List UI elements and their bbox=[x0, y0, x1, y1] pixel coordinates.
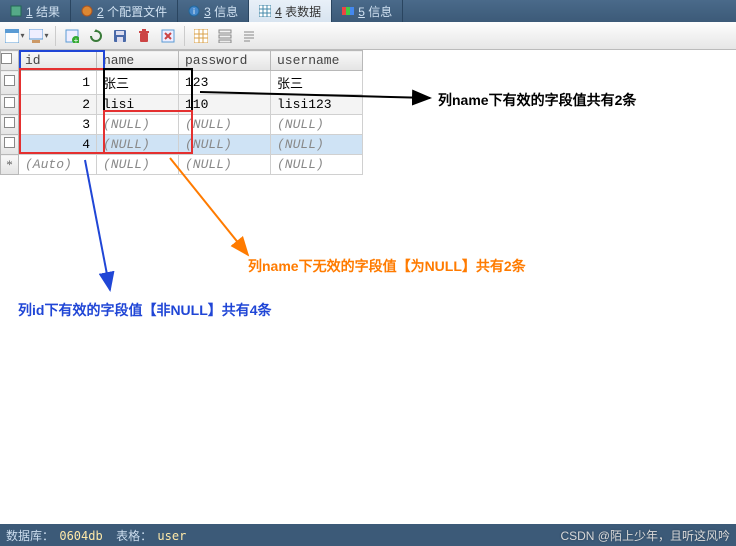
grid-view-button[interactable] bbox=[190, 25, 212, 47]
cell-username[interactable]: 张三 bbox=[271, 71, 363, 95]
checkbox[interactable] bbox=[4, 137, 15, 148]
chevron-down-icon: ▾ bbox=[20, 31, 24, 40]
highlight-box-blue bbox=[19, 50, 105, 70]
save-button[interactable] bbox=[109, 25, 131, 47]
table-icon bbox=[259, 5, 271, 17]
annotation-black: 列name下有效的字段值共有2条 bbox=[438, 90, 636, 110]
column-header-username[interactable]: username bbox=[271, 51, 363, 71]
table-row-new[interactable]: * (Auto) (NULL) (NULL) (NULL) bbox=[1, 155, 363, 175]
tab-bar: 1 结果 2 个配置文件 i 3 信息 4 表数据 5 信息 bbox=[0, 0, 736, 22]
svg-text:i: i bbox=[193, 7, 195, 16]
profile-icon bbox=[81, 5, 93, 17]
add-row-button[interactable]: + bbox=[61, 25, 83, 47]
watermark: CSDN @陌上少年，且听这风吟 bbox=[560, 527, 730, 544]
row-header-corner[interactable] bbox=[1, 51, 19, 71]
chevron-down-icon: ▾ bbox=[44, 31, 48, 40]
delete-button[interactable] bbox=[133, 25, 155, 47]
text-view-button[interactable] bbox=[238, 25, 260, 47]
checkbox[interactable] bbox=[1, 53, 12, 64]
highlight-box-black bbox=[103, 68, 193, 112]
toolbar: ▾ ▾ + bbox=[0, 22, 736, 50]
arrow-blue bbox=[85, 160, 110, 290]
annotation-orange: 列name下无效的字段值【为NULL】共有2条 bbox=[248, 256, 526, 276]
status-db-label: 数据库： bbox=[6, 529, 54, 543]
cell-username[interactable]: (NULL) bbox=[271, 135, 363, 155]
new-row-marker: * bbox=[1, 155, 19, 175]
status-bar: 数据库： 0604db 表格： user CSDN @陌上少年，且听这风吟 bbox=[0, 524, 736, 546]
info-icon: i bbox=[188, 5, 200, 17]
tab-result[interactable]: 1 结果 bbox=[0, 0, 71, 22]
tab-table-data[interactable]: 4 表数据 bbox=[249, 0, 332, 22]
checkbox[interactable] bbox=[4, 97, 15, 108]
checkbox[interactable] bbox=[4, 117, 15, 128]
checkbox[interactable] bbox=[4, 75, 15, 86]
cell-id[interactable]: (Auto) bbox=[19, 155, 97, 175]
tab-info-2[interactable]: 5 信息 bbox=[332, 0, 403, 22]
status-table-label: 表格： bbox=[116, 529, 152, 543]
info-color-icon bbox=[342, 5, 354, 17]
cell-username[interactable]: (NULL) bbox=[271, 155, 363, 175]
form-view-button[interactable] bbox=[214, 25, 236, 47]
table-view-button[interactable]: ▾ bbox=[4, 25, 26, 47]
filter-button[interactable]: ▾ bbox=[28, 25, 50, 47]
highlight-box-red-name bbox=[103, 110, 193, 154]
cancel-button[interactable] bbox=[157, 25, 179, 47]
cell-username[interactable]: (NULL) bbox=[271, 115, 363, 135]
status-db-value: 0604db bbox=[59, 529, 102, 543]
tab-profiles[interactable]: 2 个配置文件 bbox=[71, 0, 178, 22]
result-icon bbox=[10, 5, 22, 17]
toolbar-separator bbox=[55, 26, 56, 46]
refresh-button[interactable] bbox=[85, 25, 107, 47]
cell-name[interactable]: (NULL) bbox=[97, 155, 179, 175]
toolbar-separator bbox=[184, 26, 185, 46]
cell-password[interactable]: (NULL) bbox=[179, 155, 271, 175]
svg-text:+: + bbox=[74, 36, 79, 43]
tab-info-1[interactable]: i 3 信息 bbox=[178, 0, 249, 22]
data-grid: id name password username 1 张三 123 张三 2 … bbox=[0, 50, 736, 175]
status-table-value: user bbox=[157, 529, 186, 543]
cell-username[interactable]: lisi123 bbox=[271, 95, 363, 115]
annotation-blue: 列id下有效的字段值【非NULL】共有4条 bbox=[18, 300, 272, 320]
highlight-box-red-id bbox=[19, 68, 105, 154]
